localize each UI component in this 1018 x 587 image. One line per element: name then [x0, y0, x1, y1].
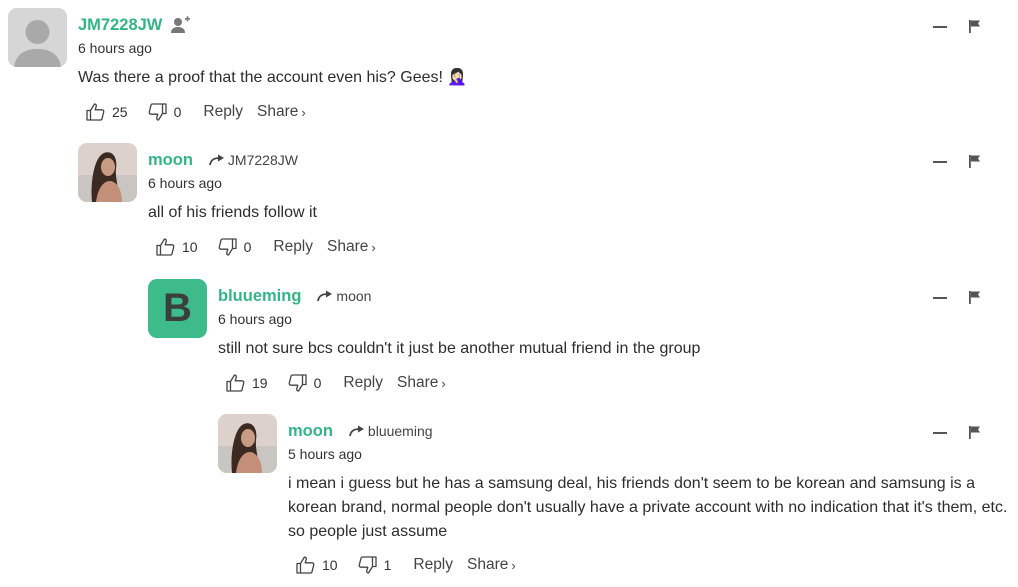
reply-button[interactable]: Reply	[203, 103, 243, 121]
comment-text: still not sure bcs couldn't it just be a…	[218, 340, 701, 357]
comment-controls	[933, 426, 981, 439]
reply-to-username: JM7228JW	[227, 152, 298, 168]
dislike-count: 0	[173, 104, 182, 120]
chevron-right-icon: ›	[511, 557, 516, 573]
username[interactable]: JM7228JW	[78, 16, 162, 35]
flag-icon[interactable]	[969, 291, 981, 304]
like-count: 19	[252, 375, 268, 391]
share-button[interactable]: Share ›	[467, 556, 516, 574]
username[interactable]: moon	[288, 422, 333, 441]
chevron-right-icon: ›	[301, 104, 306, 120]
dislike-count: 0	[313, 375, 322, 391]
reply-to[interactable]: moon	[317, 288, 371, 304]
like-button[interactable]: 19	[226, 374, 268, 392]
share-button[interactable]: Share ›	[257, 103, 306, 121]
like-button[interactable]: 10	[296, 556, 338, 574]
comment-actions: 10 1 Reply Share ›	[296, 556, 516, 574]
reply-arrow-icon	[317, 290, 333, 302]
thumbs-up-icon	[296, 556, 315, 574]
reply-button[interactable]: Reply	[413, 556, 453, 574]
collapse-minus-icon[interactable]	[933, 160, 947, 163]
reply-to[interactable]: bluueming	[349, 423, 433, 439]
thumbs-up-icon	[86, 103, 105, 121]
avatar[interactable]	[78, 143, 137, 202]
reply-button[interactable]: Reply	[273, 238, 313, 256]
comment-header: moon bluueming	[288, 420, 433, 442]
share-label: Share	[467, 556, 509, 573]
collapse-minus-icon[interactable]	[933, 25, 947, 28]
thumbs-up-icon	[156, 238, 175, 256]
avatar[interactable]: B	[148, 279, 207, 338]
comment-controls	[933, 291, 981, 304]
dislike-count: 0	[243, 239, 252, 255]
dislike-count: 1	[383, 557, 392, 573]
comment-text: i mean i guess but he has a samsung deal…	[288, 475, 1008, 540]
username[interactable]: bluueming	[218, 287, 301, 306]
reply-to-username: bluueming	[367, 423, 433, 439]
profile-photo-icon	[78, 143, 137, 202]
timestamp: 6 hours ago	[78, 40, 152, 56]
avatar[interactable]	[218, 414, 277, 473]
flag-icon[interactable]	[969, 426, 981, 439]
thumbs-down-icon	[148, 103, 167, 121]
default-avatar-icon	[8, 8, 67, 67]
reply-to[interactable]: JM7228JW	[209, 152, 298, 168]
collapse-minus-icon[interactable]	[933, 296, 947, 299]
flag-icon[interactable]	[969, 20, 981, 33]
comment-actions: 10 0 Reply Share ›	[156, 238, 376, 256]
share-label: Share	[397, 374, 439, 391]
chevron-right-icon: ›	[371, 239, 376, 255]
thumbs-down-icon	[288, 374, 307, 392]
thumbs-up-icon	[226, 374, 245, 392]
avatar[interactable]	[8, 8, 67, 67]
comment-controls	[933, 155, 981, 168]
reply-to-username: moon	[336, 288, 372, 304]
reply-arrow-icon	[209, 154, 224, 166]
comment-actions: 19 0 Reply Share ›	[226, 374, 446, 392]
share-label: Share	[327, 238, 369, 255]
comment-text: Was there a proof that the account even …	[78, 69, 468, 86]
thumbs-down-icon	[358, 556, 377, 574]
like-count: 10	[182, 239, 198, 255]
timestamp: 6 hours ago	[148, 175, 222, 191]
add-user-icon[interactable]	[171, 16, 191, 34]
avatar-letter: B	[163, 286, 192, 330]
timestamp: 5 hours ago	[288, 446, 362, 462]
dislike-button[interactable]: 0	[288, 374, 322, 392]
like-count: 10	[322, 557, 338, 573]
comment-text: all of his friends follow it	[148, 204, 317, 221]
reply-arrow-icon	[349, 425, 364, 437]
dislike-button[interactable]: 0	[218, 238, 252, 256]
share-button[interactable]: Share ›	[327, 238, 376, 256]
comment-actions: 25 0 Reply Share ›	[86, 103, 306, 121]
share-label: Share	[257, 103, 299, 120]
comment-header: moon JM7228JW	[148, 149, 298, 171]
comment-header: bluueming moon	[218, 285, 371, 307]
timestamp: 6 hours ago	[218, 311, 292, 327]
flag-icon[interactable]	[969, 155, 981, 168]
like-button[interactable]: 25	[86, 103, 128, 121]
thumbs-down-icon	[218, 238, 237, 256]
comment-header: JM7228JW	[78, 14, 191, 36]
reply-button[interactable]: Reply	[343, 374, 383, 392]
collapse-minus-icon[interactable]	[933, 431, 947, 434]
like-count: 25	[112, 104, 128, 120]
dislike-button[interactable]: 1	[358, 556, 392, 574]
share-button[interactable]: Share ›	[397, 374, 446, 392]
username[interactable]: moon	[148, 151, 193, 170]
dislike-button[interactable]: 0	[148, 103, 182, 121]
like-button[interactable]: 10	[156, 238, 198, 256]
chevron-right-icon: ›	[441, 375, 446, 391]
profile-photo-icon	[218, 414, 277, 473]
comment-controls	[933, 20, 981, 33]
